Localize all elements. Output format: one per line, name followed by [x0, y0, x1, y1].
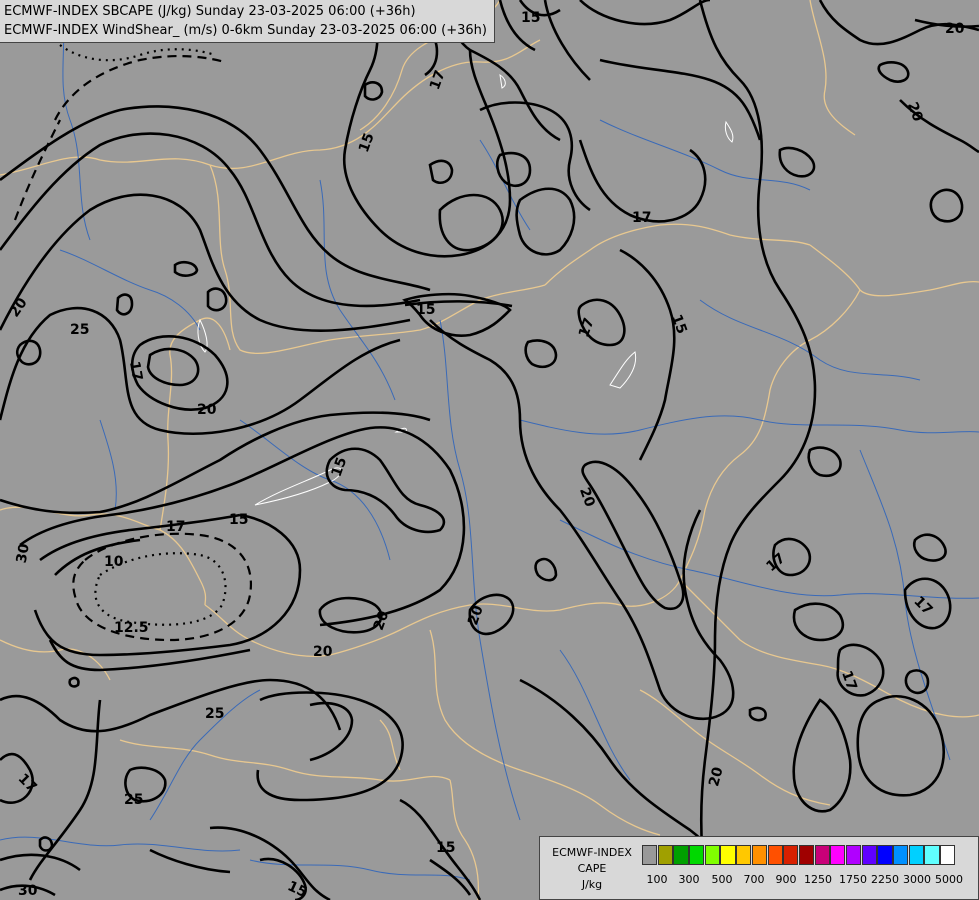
legend-tick: 100: [646, 873, 668, 886]
legend-swatch: [830, 845, 846, 865]
contour-label: 25: [124, 792, 143, 808]
contour-label: 17: [166, 519, 185, 535]
contour-label: 20: [904, 100, 926, 124]
legend-swatch: [704, 845, 720, 865]
legend-tick: 1750: [839, 873, 867, 886]
contour-label: 10: [104, 554, 124, 570]
legend-swatch: [689, 845, 705, 865]
legend-swatch: [893, 845, 909, 865]
legend-swatch: [736, 845, 752, 865]
contour-label: 20: [706, 765, 727, 788]
header-shear-title: ECMWF-INDEX WindShear_ (m/s) 0-6km Sunda…: [4, 23, 487, 38]
weather-map: 15 20 17 15 20 15 20 25 17 20 17 17 15 1…: [0, 0, 979, 900]
legend-tick: 300: [678, 873, 700, 886]
contour-label: 20: [945, 21, 965, 37]
legend-tick: 1250: [804, 873, 832, 886]
contour-label: 15: [229, 512, 248, 528]
legend-swatch: [783, 845, 799, 865]
shear-contours: [0, 0, 979, 900]
contour-label: 20: [6, 295, 30, 320]
contour-label: 15: [521, 10, 540, 26]
legend-swatch: [642, 845, 658, 865]
legend-tick: 700: [743, 873, 765, 886]
contour-label: 30: [18, 883, 38, 899]
legend-tick: 2250: [871, 873, 899, 886]
contour-label: 25: [205, 706, 224, 722]
contour-label: 17: [632, 210, 651, 226]
legend-tick: 3000: [903, 873, 931, 886]
contour-label: 20: [313, 644, 333, 660]
legend-title-param: CAPE: [577, 862, 607, 875]
legend-title-model: ECMWF-INDEX: [552, 846, 632, 859]
legend-swatch: [673, 845, 689, 865]
legend-tick: 5000: [935, 873, 963, 886]
legend-title-unit: J/kg: [581, 878, 603, 891]
contour-label: 20: [465, 603, 487, 627]
contour-label: 17: [15, 771, 40, 796]
contour-label: 12.5: [114, 620, 149, 636]
contour-label: 30: [14, 542, 33, 564]
legend-swatch: [657, 845, 673, 865]
cape-legend: ECMWF-INDEX CAPE J/kg 100 300 500 700 90…: [539, 836, 979, 900]
header-cape-title: ECMWF-INDEX SBCAPE (J/kg) Sunday 23-03-2…: [4, 4, 416, 19]
legend-swatch: [720, 845, 736, 865]
map-header: ECMWF-INDEX SBCAPE (J/kg) Sunday 23-03-2…: [0, 0, 495, 43]
legend-swatch: [924, 845, 940, 865]
contour-label: 15: [668, 312, 690, 336]
legend-tick-labels: 100 300 500 700 900 1250 1750 2250 3000 …: [642, 873, 972, 889]
legend-tick: 500: [711, 873, 733, 886]
contour-label: 15: [416, 302, 435, 318]
legend-swatch: [877, 845, 893, 865]
contour-labels: 15 20 17 15 20 15 20 25 17 20 17 17 15 1…: [6, 10, 964, 900]
legend-swatch: [798, 845, 815, 865]
map-canvas: 15 20 17 15 20 15 20 25 17 20 17 17 15 1…: [0, 0, 979, 900]
legend-swatch: [940, 845, 956, 865]
contour-label: 17: [126, 360, 145, 382]
cape-outlines: [197, 74, 734, 506]
legend-swatch: [908, 845, 924, 865]
contour-label: 15: [436, 840, 455, 856]
rivers: [0, 0, 979, 881]
legend-swatch: [767, 845, 783, 865]
contour-label: 20: [576, 485, 598, 509]
contour-label: 17: [838, 669, 860, 693]
legend-swatch: [861, 845, 877, 865]
contour-label: 25: [70, 322, 89, 338]
legend-tick: 900: [775, 873, 797, 886]
legend-color-scale: [642, 845, 956, 865]
legend-swatch: [845, 845, 862, 865]
contour-label: 15: [285, 878, 309, 900]
legend-swatch: [814, 845, 830, 865]
legend-swatch: [751, 845, 767, 865]
contour-label: 17: [763, 550, 788, 575]
contour-label: 15: [356, 131, 378, 155]
contour-label: 20: [197, 402, 217, 418]
